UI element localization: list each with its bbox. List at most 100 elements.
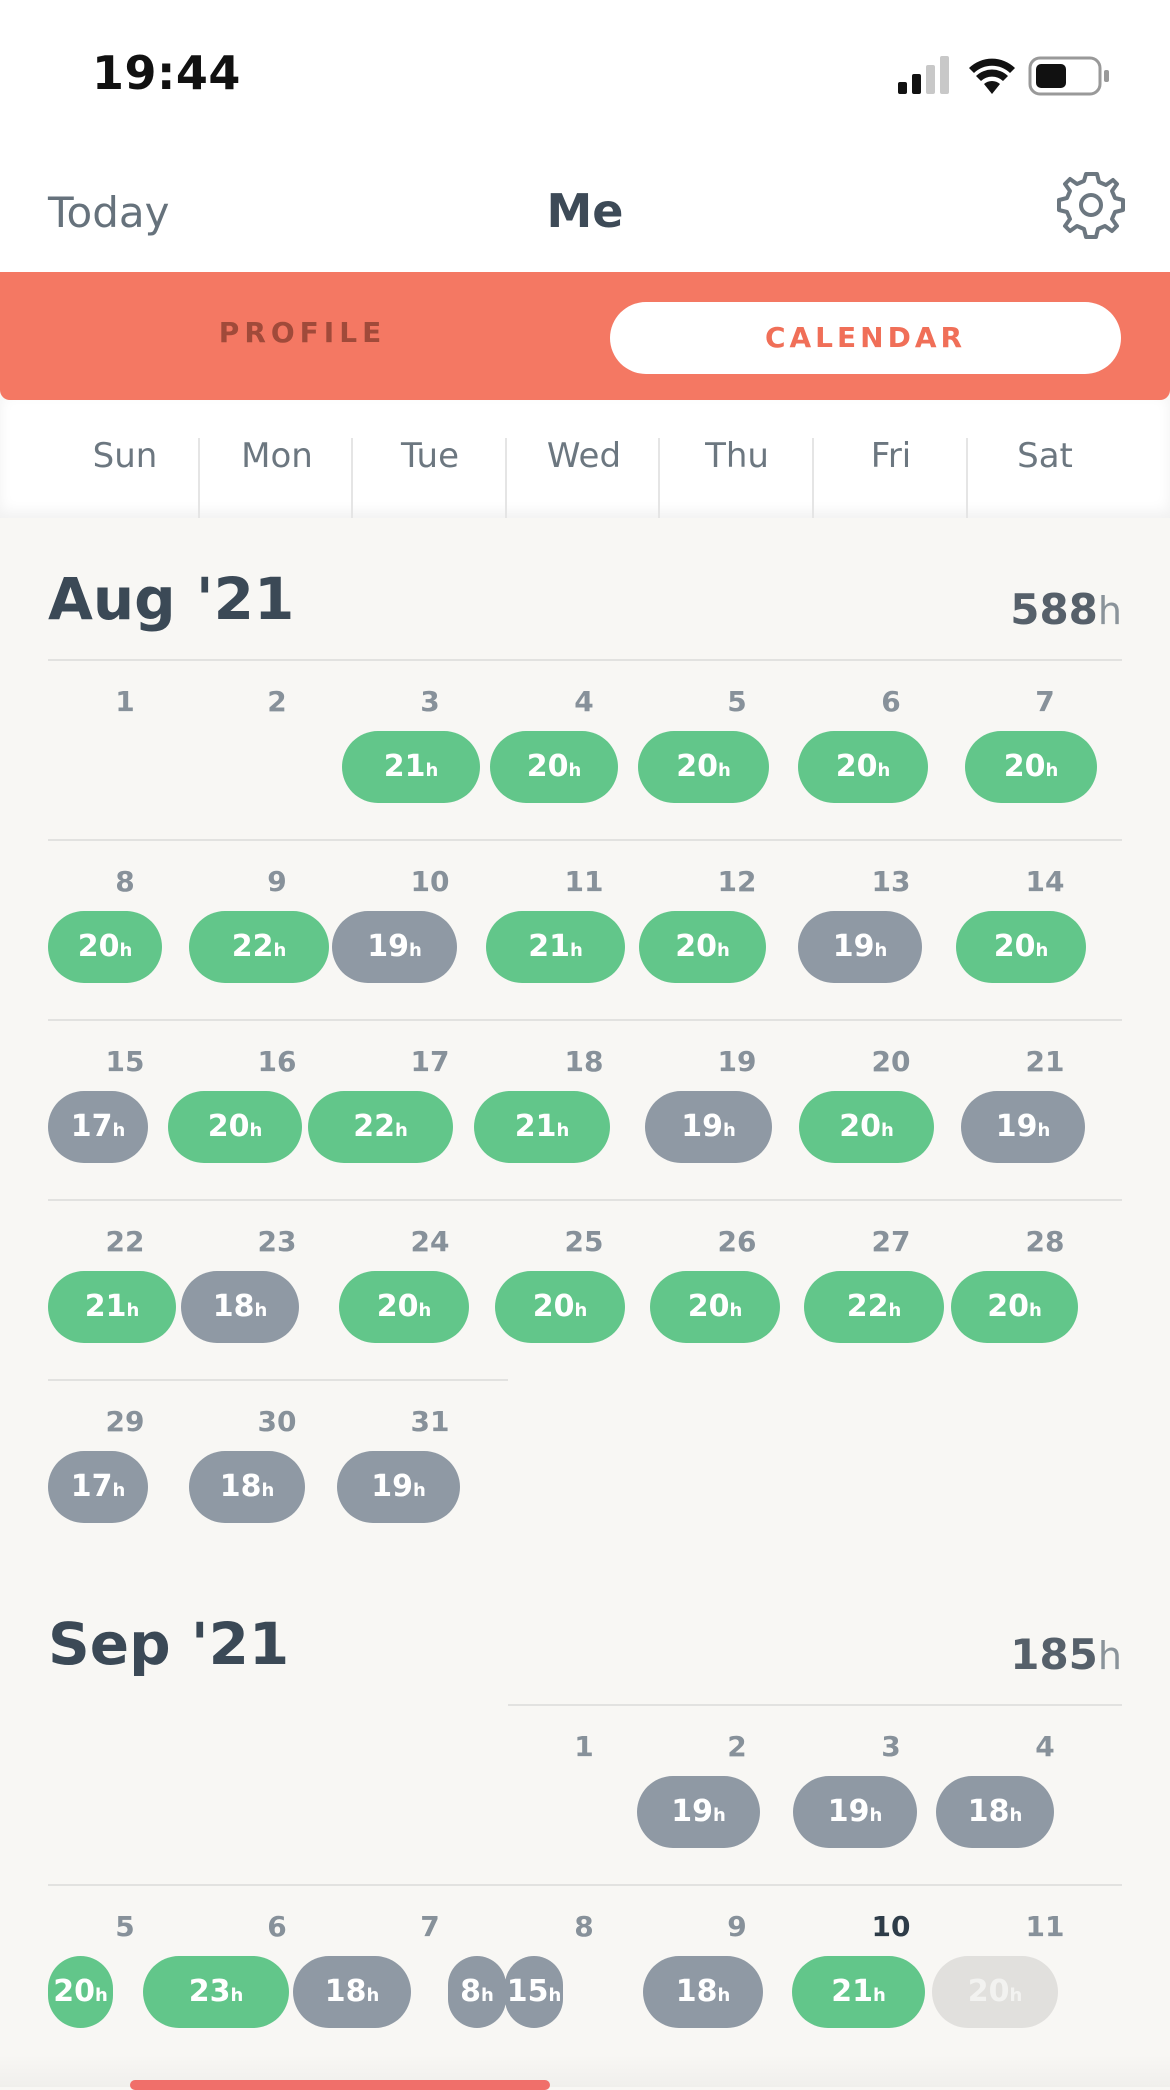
day-hours-pill[interactable]: 18h (293, 1956, 411, 2028)
day-number[interactable]: 2 (660, 1730, 814, 1763)
day-hours-pill[interactable]: 19h (332, 911, 457, 983)
day-hours-pill[interactable]: 19h (645, 1091, 772, 1163)
day-hours-pill[interactable]: 20h (639, 911, 766, 983)
day-number[interactable]: 12 (660, 865, 814, 898)
day-number[interactable]: 7 (968, 685, 1122, 718)
day-hours-pill[interactable]: 20h (168, 1091, 302, 1163)
tab-calendar[interactable]: CALENDAR (610, 302, 1121, 374)
day-hours-pill[interactable]: 22h (804, 1271, 944, 1343)
hours-unit: h (556, 1120, 570, 1141)
day-hours-pill[interactable]: 22h (189, 911, 329, 983)
day-number[interactable]: 26 (660, 1225, 814, 1258)
day-number[interactable]: 5 (660, 685, 814, 718)
day-hours-pill[interactable]: 19h (961, 1091, 1085, 1163)
hours-unit: h (874, 940, 888, 961)
day-hours-pill[interactable]: 20h (799, 1091, 934, 1163)
day-hours-pill[interactable]: 19h (798, 911, 922, 983)
day-hours-pill[interactable]: 23h (143, 1956, 289, 2028)
day-number[interactable]: 3 (353, 685, 507, 718)
gear-icon[interactable] (1056, 170, 1126, 240)
day-hours-pill[interactable]: 21h (474, 1091, 610, 1163)
day-number[interactable]: 7 (353, 1910, 507, 1943)
day-number[interactable]: 20 (814, 1045, 968, 1078)
day-number[interactable]: 25 (507, 1225, 661, 1258)
day-hours-pill[interactable]: 21h (342, 731, 480, 803)
day-hours-pill[interactable]: 22h (308, 1091, 453, 1163)
day-number[interactable]: 8 (48, 865, 202, 898)
day-hours-pill[interactable]: 17h (48, 1091, 148, 1163)
day-hours-pill[interactable]: 19h (637, 1776, 760, 1848)
month-title: Sep '21 (48, 1610, 290, 1678)
day-hours-pill[interactable]: 20h (638, 731, 769, 803)
hours-unit: h (1009, 1805, 1023, 1826)
day-number[interactable]: 2 (200, 685, 354, 718)
week-divider (48, 1884, 1122, 1886)
battery-icon (1028, 56, 1109, 96)
day-hours-pill[interactable]: 21h (792, 1956, 925, 2028)
weekday-separator (351, 438, 353, 518)
day-number[interactable]: 3 (814, 1730, 968, 1763)
day-number[interactable]: 19 (660, 1045, 814, 1078)
day-number[interactable]: 1 (507, 1730, 661, 1763)
day-number[interactable]: 24 (353, 1225, 507, 1258)
day-number[interactable]: 18 (507, 1045, 661, 1078)
weekday-separator (198, 438, 200, 518)
day-number[interactable]: 23 (200, 1225, 354, 1258)
day-number[interactable]: 6 (814, 685, 968, 718)
day-number[interactable]: 29 (48, 1405, 202, 1438)
day-number[interactable]: 4 (968, 1730, 1122, 1763)
day-hours-pill[interactable]: 21h (48, 1271, 176, 1343)
day-hours-pill[interactable]: 15h (505, 1956, 563, 2028)
day-number[interactable]: 11 (968, 1910, 1122, 1943)
day-hours-pill[interactable]: 20h (48, 1956, 113, 2028)
day-hours-pill[interactable]: 20h (956, 911, 1086, 983)
day-number[interactable]: 8 (507, 1910, 661, 1943)
status-time: 19:44 (92, 46, 241, 100)
day-number[interactable]: 4 (507, 685, 661, 718)
day-number[interactable]: 13 (814, 865, 968, 898)
day-number[interactable]: 9 (660, 1910, 814, 1943)
day-hours-pill[interactable]: 20h (932, 1956, 1058, 2028)
day-number[interactable]: 30 (200, 1405, 354, 1438)
day-number[interactable]: 10 (353, 865, 507, 898)
day-number[interactable]: 28 (968, 1225, 1122, 1258)
tab-profile[interactable]: PROFILE (0, 316, 605, 349)
weekday-sun: Sun (92, 436, 158, 476)
day-hours-pill[interactable]: 20h (650, 1271, 780, 1343)
day-number[interactable]: 17 (353, 1045, 507, 1078)
week-divider (48, 659, 1122, 661)
day-hours-pill[interactable]: 8h (448, 1956, 506, 2028)
day-hours-pill[interactable]: 20h (495, 1271, 625, 1343)
day-hours-pill[interactable]: 19h (337, 1451, 460, 1523)
day-hours-pill[interactable]: 20h (48, 911, 162, 983)
day-number[interactable]: 27 (814, 1225, 968, 1258)
day-number[interactable]: 31 (353, 1405, 507, 1438)
day-number[interactable]: 15 (48, 1045, 202, 1078)
day-hours-pill[interactable]: 20h (490, 731, 618, 803)
day-number[interactable]: 11 (507, 865, 661, 898)
hours-unit: h (877, 760, 891, 781)
day-number[interactable]: 6 (200, 1910, 354, 1943)
day-number[interactable]: 10 (814, 1910, 968, 1943)
day-hours-pill[interactable]: 18h (181, 1271, 299, 1343)
day-hours-pill[interactable]: 20h (965, 731, 1097, 803)
weekday-separator (812, 438, 814, 518)
hours-unit: h (574, 1300, 588, 1321)
day-hours-pill[interactable]: 18h (189, 1451, 305, 1523)
day-hours-pill[interactable]: 21h (486, 911, 625, 983)
day-number[interactable]: 14 (968, 865, 1122, 898)
day-hours-pill[interactable]: 19h (793, 1776, 917, 1848)
day-number[interactable]: 1 (48, 685, 202, 718)
day-number[interactable]: 16 (200, 1045, 354, 1078)
day-hours-pill[interactable]: 20h (339, 1271, 469, 1343)
day-hours-pill[interactable]: 20h (951, 1271, 1078, 1343)
day-number[interactable]: 9 (200, 865, 354, 898)
day-hours-pill[interactable]: 18h (936, 1776, 1054, 1848)
day-hours-pill[interactable]: 17h (48, 1451, 148, 1523)
day-number[interactable]: 5 (48, 1910, 202, 1943)
day-hours-pill[interactable]: 18h (643, 1956, 763, 2028)
day-number[interactable]: 21 (968, 1045, 1122, 1078)
day-number[interactable]: 22 (48, 1225, 202, 1258)
hours-unit: h (126, 1300, 140, 1321)
day-hours-pill[interactable]: 20h (798, 731, 928, 803)
